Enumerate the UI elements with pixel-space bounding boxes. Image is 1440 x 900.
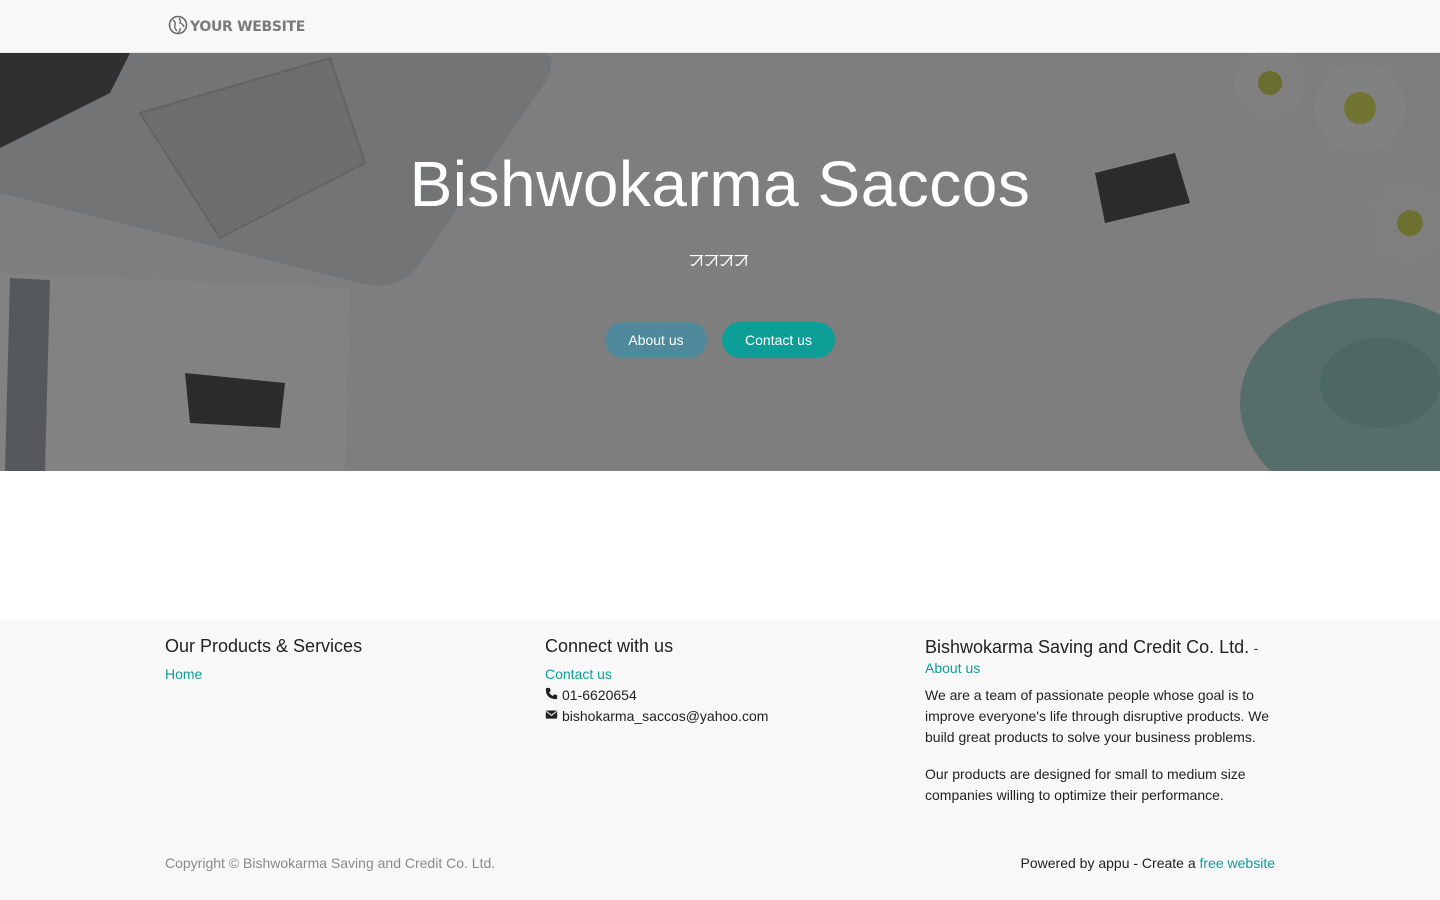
hero-section: Bishwokarma Saccos ꠀꠀꠀꠀ About us Contact… (0, 53, 1440, 471)
brand-logo-link[interactable]: YOUR WEBSITE (168, 15, 305, 39)
phone-number: 01-6620654 (562, 687, 637, 703)
footer: Our Products & Services Home Connect wit… (0, 619, 1440, 900)
navbar: YOUR WEBSITE (0, 0, 1440, 53)
about-us-button[interactable]: About us (605, 322, 707, 358)
free-website-link[interactable]: free website (1200, 855, 1275, 871)
brand-text: YOUR WEBSITE (190, 19, 306, 35)
company-name: Bishwokarma Saving and Credit Co. Ltd. (925, 637, 1250, 657)
company-column: Bishwokarma Saving and Credit Co. Ltd. -… (925, 636, 1275, 822)
connect-column: Connect with us Contact us 01-6620654 bi… (545, 636, 895, 727)
hero-subtitle: ꠀꠀꠀꠀ (690, 253, 750, 270)
home-link[interactable]: Home (165, 664, 515, 685)
products-heading: Our Products & Services (165, 636, 363, 656)
content-section (0, 471, 1440, 619)
products-column: Our Products & Services Home (165, 636, 515, 685)
company-about-link[interactable]: About us (925, 658, 1275, 679)
email-line: bishokarma_saccos@yahoo.com (545, 706, 895, 727)
phone-line: 01-6620654 (545, 685, 895, 706)
connect-heading: Connect with us (545, 636, 674, 656)
company-description-2: Our products are designed for small to m… (925, 766, 1246, 803)
copyright-text: Copyright © Bishwokarma Saving and Credi… (165, 855, 496, 871)
powered-by: Powered by appu - Create a free website (1021, 855, 1275, 871)
company-description-1: We are a team of passionate people whose… (925, 687, 1270, 745)
envelope-icon (545, 706, 558, 727)
footer-contact-link[interactable]: Contact us (545, 664, 895, 685)
powered-by-text: Powered by appu - Create a (1020, 855, 1196, 871)
email-address: bishokarma_saccos@yahoo.com (562, 708, 769, 724)
hero-title: Bishwokarma Saccos (409, 148, 1031, 220)
contact-us-button[interactable]: Contact us (722, 322, 835, 358)
globe-icon (168, 15, 188, 40)
heading-separator: - (1253, 640, 1259, 656)
company-heading: Bishwokarma Saving and Credit Co. Ltd. - (925, 636, 1275, 658)
phone-icon (545, 685, 558, 706)
